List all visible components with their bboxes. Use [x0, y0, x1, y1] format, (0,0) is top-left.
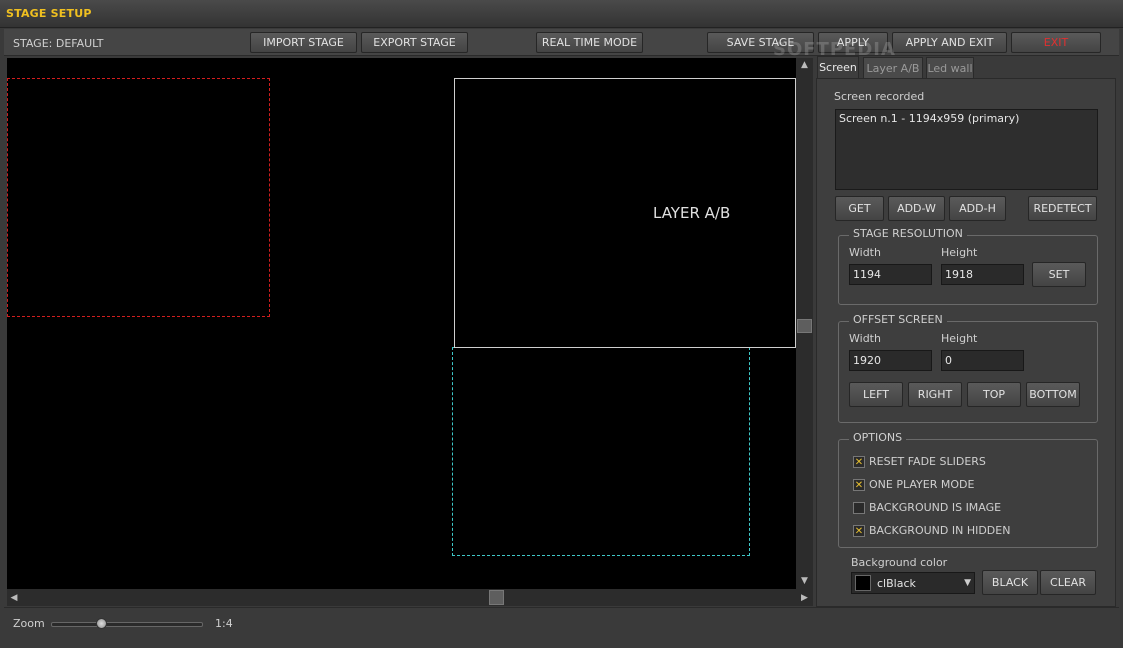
reset-fade-sliders-checkbox[interactable]: ✕: [853, 456, 865, 468]
scroll-up-icon[interactable]: ▲: [796, 58, 813, 72]
bottom-button[interactable]: BOTTOM: [1026, 382, 1080, 407]
zoom-slider-track[interactable]: [51, 622, 203, 627]
watermark-text: SOFTPEDIA: [773, 39, 896, 60]
export-stage-button[interactable]: EXPORT STAGE: [361, 32, 468, 53]
right-button[interactable]: RIGHT: [908, 382, 962, 407]
redetect-button[interactable]: REDETECT: [1028, 196, 1097, 221]
layer-ab-region[interactable]: [454, 78, 796, 348]
vertical-scrollbar[interactable]: ▲ ▼: [796, 58, 813, 589]
real-time-mode-button[interactable]: REAL TIME MODE: [536, 32, 643, 53]
chevron-down-icon: ▼: [964, 578, 971, 588]
black-button[interactable]: BLACK: [982, 570, 1038, 595]
top-button[interactable]: TOP: [967, 382, 1021, 407]
scroll-left-icon[interactable]: ◀: [7, 589, 21, 606]
window-title: STAGE SETUP: [6, 7, 92, 20]
color-swatch: [855, 575, 871, 591]
vertical-scroll-thumb[interactable]: [797, 319, 812, 333]
stage-width-input[interactable]: 1194: [849, 264, 932, 285]
get-button[interactable]: GET: [835, 196, 884, 221]
reset-fade-sliders-label[interactable]: RESET FADE SLIDERS: [869, 455, 986, 468]
screen-recorded-label: Screen recorded: [834, 90, 925, 103]
screen-region-cyan[interactable]: [452, 347, 750, 556]
zoom-label: Zoom: [13, 617, 45, 630]
stage-height-label: Height: [941, 246, 978, 259]
screen-list-item[interactable]: Screen n.1 - 1194x959 (primary): [839, 112, 1094, 125]
horizontal-scrollbar[interactable]: ◀ ▶: [7, 589, 813, 606]
background-color-select[interactable]: clBlack ▼: [851, 572, 975, 594]
screen-region-red[interactable]: [7, 78, 270, 317]
zoom-value: 1:4: [215, 617, 233, 630]
offset-height-label: Height: [941, 332, 978, 345]
left-button[interactable]: LEFT: [849, 382, 903, 407]
options-title: OPTIONS: [849, 431, 907, 444]
offset-height-input[interactable]: 0: [941, 350, 1024, 371]
screen-list[interactable]: Screen n.1 - 1194x959 (primary): [835, 109, 1098, 190]
import-stage-button[interactable]: IMPORT STAGE: [250, 32, 357, 53]
offset-screen-title: OFFSET SCREEN: [849, 313, 947, 326]
stage-width-label: Width: [849, 246, 881, 259]
background-color-value: clBlack: [877, 576, 916, 590]
background-in-hidden-checkbox[interactable]: ✕: [853, 525, 865, 537]
background-is-image-checkbox[interactable]: [853, 502, 865, 514]
title-bar: [0, 0, 1123, 28]
stage-name-label: STAGE: DEFAULT: [13, 37, 104, 50]
one-player-mode-label[interactable]: ONE PLAYER MODE: [869, 478, 974, 491]
offset-width-input[interactable]: 1920: [849, 350, 932, 371]
tab-led-wall[interactable]: Led wall: [926, 57, 974, 78]
stage-resolution-title: STAGE RESOLUTION: [849, 227, 967, 240]
tab-layer-ab[interactable]: Layer A/B: [863, 57, 923, 78]
apply-and-exit-button[interactable]: APPLY AND EXIT: [892, 32, 1007, 53]
scroll-right-icon[interactable]: ▶: [796, 589, 813, 606]
one-player-mode-checkbox[interactable]: ✕: [853, 479, 865, 491]
exit-button[interactable]: EXIT: [1011, 32, 1101, 53]
stage-height-input[interactable]: 1918: [941, 264, 1024, 285]
clear-button[interactable]: CLEAR: [1040, 570, 1096, 595]
background-is-image-label[interactable]: BACKGROUND IS IMAGE: [869, 501, 1001, 514]
horizontal-scroll-thumb[interactable]: [489, 590, 504, 605]
stage-canvas[interactable]: LAYER A/B: [7, 58, 796, 589]
background-in-hidden-label[interactable]: BACKGROUND IN HIDDEN: [869, 524, 1010, 537]
offset-width-label: Width: [849, 332, 881, 345]
layer-ab-label: LAYER A/B: [653, 204, 731, 222]
scroll-down-icon[interactable]: ▼: [796, 574, 813, 588]
add-w-button[interactable]: ADD-W: [888, 196, 945, 221]
set-button[interactable]: SET: [1032, 262, 1086, 287]
background-color-label: Background color: [851, 556, 948, 569]
add-h-button[interactable]: ADD-H: [949, 196, 1006, 221]
